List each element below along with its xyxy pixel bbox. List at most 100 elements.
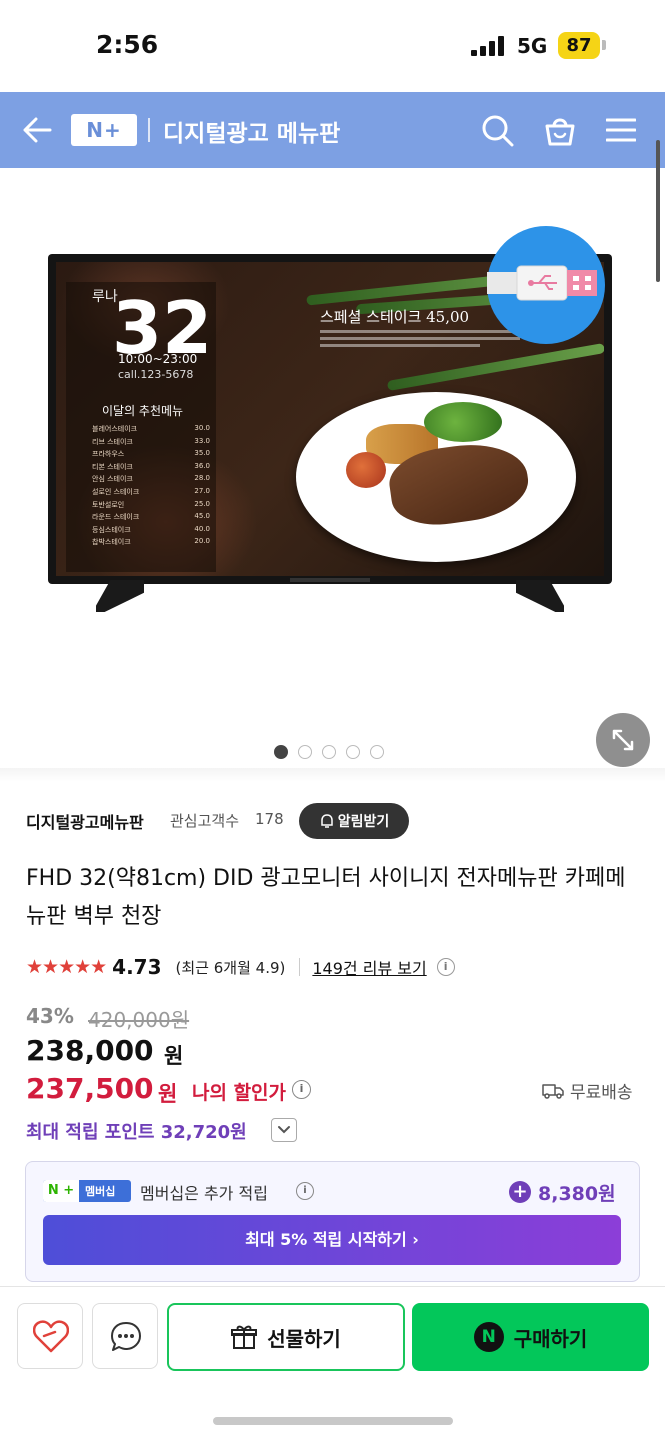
gift-label: 선물하기 xyxy=(267,1326,341,1351)
buy-button[interactable]: N 구매하기 xyxy=(412,1303,649,1371)
carousel-dot[interactable] xyxy=(346,745,360,759)
like-button[interactable] xyxy=(17,1303,83,1369)
rating-value: 4.73 xyxy=(112,955,162,979)
notify-button[interactable]: 알림받기 xyxy=(299,803,409,839)
screen-menu-item-name: 블레어스테이크 xyxy=(92,425,138,433)
signal-icon xyxy=(471,36,507,56)
plus-icon: + xyxy=(509,1181,531,1203)
heart-icon xyxy=(33,1320,69,1353)
screen-menu-item-price: 20.0 xyxy=(194,537,210,546)
screen-menu-item: 토반설로인 25.0 xyxy=(92,500,210,513)
nplus-logo[interactable]: N+ xyxy=(71,114,137,146)
info-icon[interactable]: i xyxy=(436,958,455,976)
screen-menu-item-price: 40.0 xyxy=(194,524,210,533)
expand-button[interactable] xyxy=(596,713,650,767)
screen-menu-item-name: 티본 스테이크 xyxy=(92,462,133,471)
nplus-badge-text: 멤버십 xyxy=(85,1185,116,1198)
screen-call: call.123-5678 xyxy=(118,368,194,381)
gift-button[interactable]: 선물하기 xyxy=(167,1303,405,1371)
max-points-dropdown[interactable] xyxy=(271,1118,297,1142)
screen-menu-item-name: 설로인 스테이크 xyxy=(92,487,140,496)
membership-points: 8,380원 xyxy=(538,1183,616,1205)
screen-menu-item-name: 토반설로인 xyxy=(92,500,125,509)
tv-logo-bar xyxy=(290,578,370,582)
tv-stand-left xyxy=(96,580,144,612)
cart-icon[interactable] xyxy=(542,112,578,148)
chat-bubble-icon xyxy=(111,1322,141,1351)
followers-count: 178 xyxy=(255,810,284,828)
review-link[interactable]: 149건 리뷰 보기 xyxy=(312,955,426,979)
carousel-dot[interactable] xyxy=(370,745,384,759)
screen-menu-item: 리브 스테이크 33.0 xyxy=(92,437,210,450)
my-discount-info-icon[interactable]: i xyxy=(292,1080,311,1099)
buy-label: 구매하기 xyxy=(513,1326,588,1351)
screen-menu-item-price: 25.0 xyxy=(194,499,210,508)
tv-stand-right xyxy=(516,580,564,612)
menu-icon[interactable] xyxy=(606,118,636,142)
network-label: 5G xyxy=(517,34,548,58)
product-title: FHD 32(약81cm) DID 광고모니터 사이니지 전자메뉴판 카페메뉴판… xyxy=(26,866,626,929)
talk-button[interactable] xyxy=(92,1303,158,1369)
carousel-dots[interactable] xyxy=(274,745,384,759)
sale-price-unit: 원 xyxy=(164,1044,184,1068)
status-bar: 2:56 5G 87 xyxy=(0,0,665,92)
screen-special: 스페셜 스테이크 45,00 xyxy=(320,308,470,326)
screen-menu-list: 블레어스테이크 30.0 리브 스테이크 33.0 프라하우스 35.0 티본 스테이크 36… xyxy=(92,424,210,550)
tomato-graphic xyxy=(346,452,386,488)
my-price: 237,500 xyxy=(26,1072,154,1105)
screen-menu-item: 등심스테이크 40.0 xyxy=(92,525,210,538)
screen-menu-item-price: 33.0 xyxy=(194,436,210,445)
screen-menu-item: 티본 스테이크 36.0 xyxy=(92,462,210,475)
screen-menu-item: 프라하우스 35.0 xyxy=(92,449,210,462)
usb-badge xyxy=(487,226,605,344)
greens-graphic xyxy=(424,402,502,442)
my-discount-label: 나의 할인가 xyxy=(192,1082,287,1104)
screen-menu-item: 블레어스테이크 30.0 xyxy=(92,424,210,437)
carousel-dot[interactable] xyxy=(298,745,312,759)
rating-row: ★★★★★ 4.73 (최근 6개월 4.9) 149건 리뷰 보기 i xyxy=(26,954,455,980)
discount-rate: 43% xyxy=(26,1004,74,1028)
carousel-dot[interactable] xyxy=(322,745,336,759)
screen-menu-title: 이달의 추천메뉴 xyxy=(102,404,184,418)
truck-icon xyxy=(542,1083,564,1099)
screen-menu-item-price: 30.0 xyxy=(194,424,210,432)
carousel-dot[interactable] xyxy=(274,745,288,759)
sale-price: 238,000 xyxy=(26,1034,154,1067)
screen-menu-item-price: 35.0 xyxy=(194,449,210,458)
scrollbar[interactable] xyxy=(656,140,660,282)
image-bottom-strip xyxy=(0,768,665,782)
gift-icon xyxy=(231,1325,258,1349)
free-shipping-label: 무료배송 xyxy=(570,1083,633,1103)
membership-info-icon[interactable]: i xyxy=(296,1182,314,1200)
my-price-unit: 원 xyxy=(158,1082,178,1106)
notify-label: 알림받기 xyxy=(337,814,390,830)
npay-icon: N xyxy=(473,1322,504,1352)
battery-tip xyxy=(602,40,606,50)
membership-text: 멤버십은 추가 적립 xyxy=(140,1184,268,1203)
screen-menu-item-price: 45.0 xyxy=(194,512,210,521)
expand-icon xyxy=(612,729,634,751)
screen-menu-item: 라운드 스테이크 45.0 xyxy=(92,512,210,525)
recent-rating: (최근 6개월 4.9) xyxy=(175,958,286,977)
points-cta-button[interactable]: 최대 5% 적립 시작하기 › xyxy=(43,1215,621,1265)
screen-menu-item-name: 리브 스테이크 xyxy=(92,437,133,446)
product-image[interactable]: 루나 32 10:00~23:00 call.123-5678 이달의 추천메뉴… xyxy=(0,168,665,780)
usb-icon xyxy=(487,265,597,301)
free-shipping: 무료배송 xyxy=(542,1078,633,1103)
screen-menu-item: 찹박스테이크 20.0 xyxy=(92,537,210,550)
header-divider xyxy=(148,118,150,142)
status-time: 2:56 xyxy=(96,30,159,59)
battery-icon: 87 xyxy=(558,32,600,59)
rating-separator xyxy=(299,958,301,976)
screen-menu-item-name: 등심스테이크 xyxy=(92,525,131,534)
original-price: 420,000원 xyxy=(88,1008,190,1032)
screen-menu-item-price: 28.0 xyxy=(194,474,210,483)
store-name[interactable]: 디지털광고메뉴판 xyxy=(26,809,144,833)
header-title[interactable]: 디지털광고 메뉴판 xyxy=(163,114,340,148)
chevron-down-icon xyxy=(278,1126,290,1134)
screen-menu-item: 설로인 스테이크 27.0 xyxy=(92,487,210,500)
screen-menu-item-name: 안심 스테이크 xyxy=(92,475,133,484)
back-arrow-icon[interactable] xyxy=(22,116,52,144)
search-icon[interactable] xyxy=(481,114,515,148)
nplus-badge-logo: N + xyxy=(43,1180,79,1202)
